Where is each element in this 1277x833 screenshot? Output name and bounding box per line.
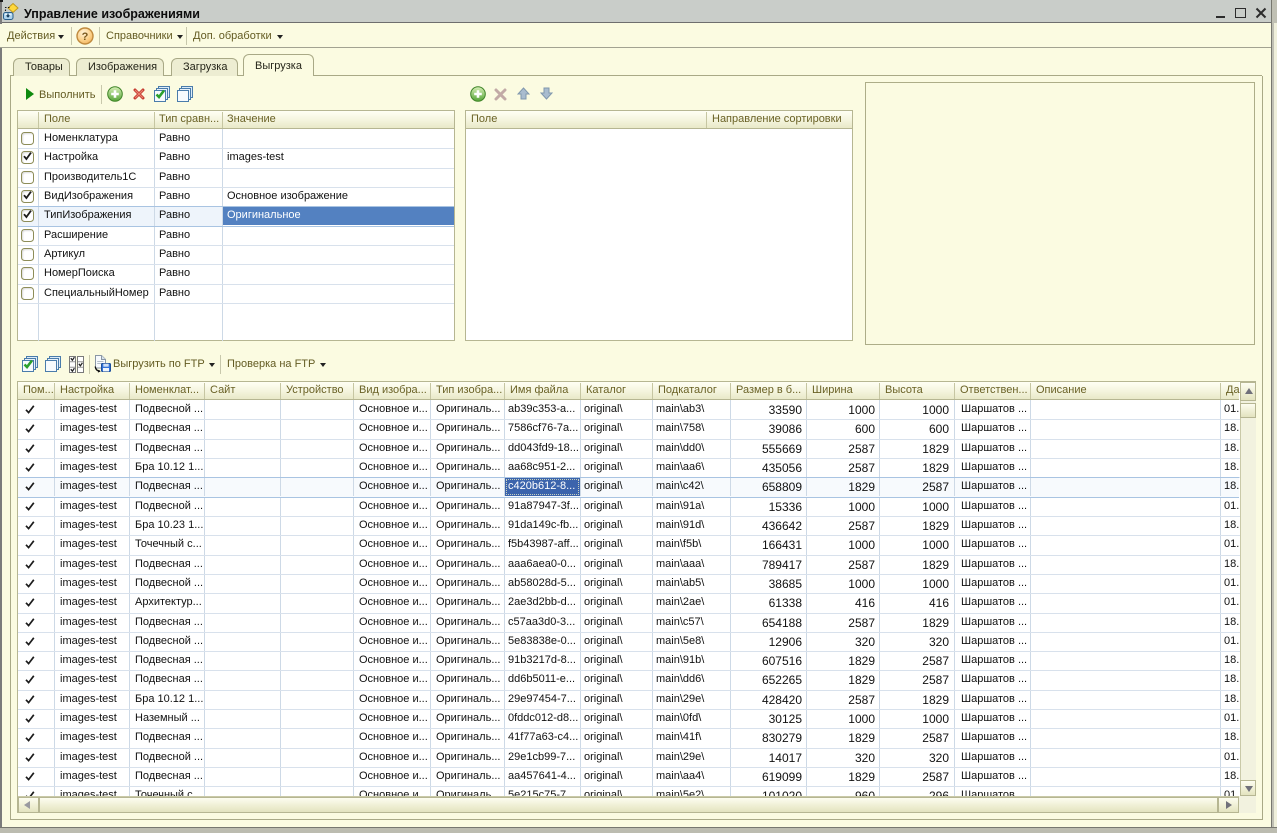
svg-text:?: ? — [82, 31, 89, 43]
